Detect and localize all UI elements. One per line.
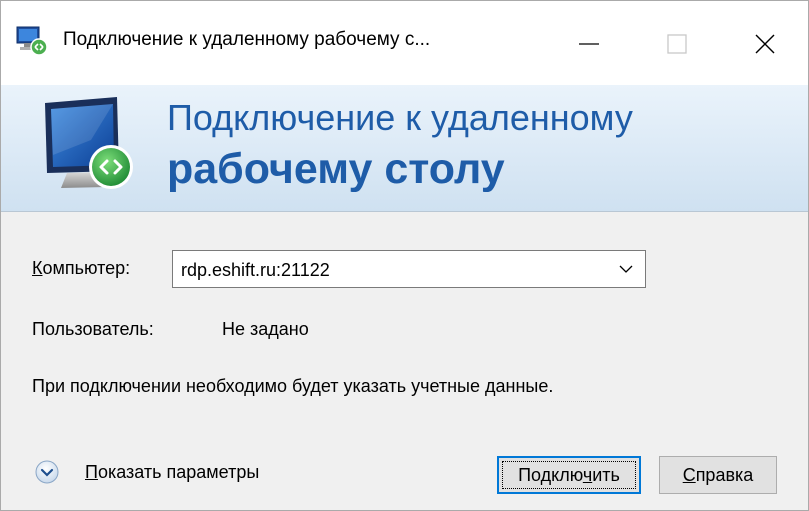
help-label: Справка (683, 465, 754, 485)
help-button[interactable]: Справка (659, 456, 777, 494)
computer-label-text: омпьютер: (42, 258, 131, 278)
credentials-info-text: При подключении необходимо будет указать… (32, 376, 554, 396)
connect-label-accel: ч (582, 464, 593, 485)
connect-label-pre: Подклю (518, 464, 583, 485)
connect-label: Подключить (518, 465, 620, 485)
help-label-text: правка (695, 464, 754, 485)
rdp-dialog-window: Подключение к удаленному рабочему с... П… (0, 0, 809, 511)
computer-combobox[interactable]: rdp.eshift.ru:21122 (172, 250, 646, 288)
chevron-down-icon[interactable] (619, 264, 633, 274)
show-options-accel: П (85, 462, 98, 482)
expand-chevron-icon[interactable] (35, 460, 59, 484)
banner-title-line1: Подключение к удаленному (167, 97, 633, 138)
close-button[interactable] (721, 1, 808, 85)
header-banner: Подключение к удаленному рабочему столу (1, 85, 808, 212)
minimize-icon (579, 43, 599, 45)
minimize-button[interactable] (545, 1, 633, 85)
maximize-button (633, 1, 721, 85)
user-value: Не задано (222, 319, 309, 339)
connect-button[interactable]: Подключить (497, 456, 641, 494)
close-icon (755, 34, 775, 54)
help-label-accel: С (682, 464, 696, 485)
computer-label-accel: К (32, 258, 43, 278)
monitor-remote-icon (45, 97, 133, 189)
window-title: Подключение к удаленному рабочему с... (63, 29, 431, 50)
user-label: Пользователь: (32, 319, 154, 339)
maximize-icon (667, 34, 687, 54)
computer-combobox-value[interactable]: rdp.eshift.ru:21122 (181, 260, 330, 281)
connect-label-post: ить (592, 464, 620, 485)
title-bar[interactable]: Подключение к удаленному рабочему с... (1, 1, 808, 85)
show-options-text: оказать параметры (97, 462, 260, 482)
show-options-label[interactable]: Показать параметры (85, 462, 259, 483)
computer-label: Компьютер: (32, 258, 130, 279)
remote-desktop-app-icon (16, 26, 48, 56)
banner-title-line2: рабочему столу (167, 145, 505, 193)
